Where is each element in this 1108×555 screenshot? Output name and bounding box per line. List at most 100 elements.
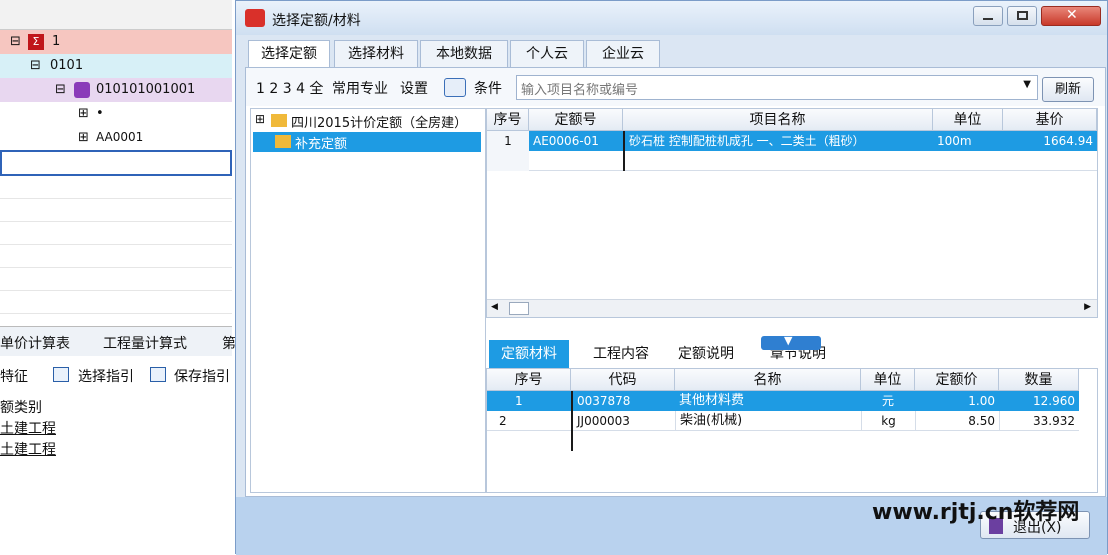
editing-row[interactable] xyxy=(0,150,232,176)
tab-enterprise-cloud[interactable]: 企业云 xyxy=(586,40,660,68)
tab-work-content[interactable]: 工程内容 xyxy=(581,340,661,368)
app-icon xyxy=(245,9,265,27)
search-placeholder: 输入项目名称或编号 xyxy=(521,83,639,98)
tree-row-3[interactable]: ⊟ 010101001001 xyxy=(0,78,232,102)
col-header[interactable]: 序号 xyxy=(487,109,529,131)
dropdown-arrow-icon[interactable]: ▼ xyxy=(1023,79,1031,90)
quantity: 33.932 xyxy=(999,411,1079,431)
material-icon xyxy=(74,82,90,98)
tab-unit-price[interactable]: 单价计算表 xyxy=(0,333,70,353)
base-price: 1664.94 xyxy=(1003,131,1097,151)
tree-node-sichuan[interactable]: ⊞ 四川2015计价定额（全房建） xyxy=(253,111,485,131)
select-quota-dialog: 选择定额/材料 ✕ 选择定额 选择材料 本地数据 个人云 企业云 1 2 3 4… xyxy=(235,0,1108,555)
expander-icon[interactable]: ⊟ xyxy=(10,34,21,49)
scroll-left-icon[interactable]: ◀ xyxy=(491,302,498,312)
save-guide-button[interactable]: 保存指引 xyxy=(174,366,230,386)
tab-more[interactable]: 第 xyxy=(222,333,236,353)
tree-row-2[interactable]: ⊟ 0101 xyxy=(0,54,232,78)
tab-personal-cloud[interactable]: 个人云 xyxy=(510,40,584,68)
table-row[interactable]: 1 0037878 其他材料费 元 1.00 12.960 xyxy=(487,391,1079,411)
material-code: JJ000003 xyxy=(571,411,675,431)
tab-select-material[interactable]: 选择材料 xyxy=(334,40,418,68)
quota-grid: 序号 定额号 项目名称 单位 基价 1 AE0006-01 砂石桩 控制配桩机成… xyxy=(486,108,1098,318)
condition-icon[interactable] xyxy=(444,78,466,97)
minimize-button[interactable] xyxy=(973,6,1003,26)
expander-icon[interactable]: ⊞ xyxy=(78,106,89,121)
row-index-empty xyxy=(487,151,529,171)
material-name: 其他材料费 xyxy=(679,393,745,408)
folder-icon xyxy=(271,114,287,127)
horizontal-scrollbar[interactable]: ◀ ▶ xyxy=(487,299,1097,317)
side-link[interactable]: 土建工程 xyxy=(0,439,56,459)
col-header[interactable]: 序号 xyxy=(487,369,571,391)
col-header[interactable]: 数量 xyxy=(999,369,1079,391)
tab-select-quota[interactable]: 选择定额 xyxy=(248,40,330,68)
col-header[interactable]: 名称 xyxy=(675,369,861,391)
expander-icon[interactable]: ⊟ xyxy=(30,58,41,73)
col-header[interactable]: 项目名称 xyxy=(623,109,933,131)
col-header[interactable]: 代码 xyxy=(571,369,675,391)
common-specialty-button[interactable]: 常用专业 xyxy=(332,78,388,98)
col-header[interactable]: 基价 xyxy=(1003,109,1097,131)
tab-local-data[interactable]: 本地数据 xyxy=(420,40,508,68)
side-text: 额类别 xyxy=(0,400,42,416)
tree-label: 1 xyxy=(52,34,61,49)
tree-label: 四川2015计价定额（全房建） xyxy=(291,116,468,131)
tab-quantity-formula[interactable]: 工程量计算式 xyxy=(103,333,187,353)
level-filter-buttons[interactable]: 1 2 3 4 全 xyxy=(256,78,323,98)
unit: 元 xyxy=(881,394,894,408)
select-guide-button[interactable]: 选择指引 xyxy=(78,366,134,386)
table-row[interactable]: 1 AE0006-01 砂石桩 控制配桩机成孔 一、二类土（粗砂） 100m 1… xyxy=(487,131,1097,151)
row-index: 1 xyxy=(515,394,523,408)
background-app: ⊟ Σ 1 ⊟ 0101 ⊟ 010101001001 ⊞ • ⊞ AA0001… xyxy=(0,0,240,554)
close-button[interactable]: ✕ xyxy=(1041,6,1101,26)
tree-row-4[interactable]: ⊞ • xyxy=(0,102,232,126)
chevron-down-icon: ▼ xyxy=(784,334,793,347)
title-bar[interactable]: 选择定额/材料 ✕ xyxy=(236,1,1107,35)
close-icon: ✕ xyxy=(1066,7,1078,23)
bottom-tab-bar: 单价计算表 工程量计算式 第 xyxy=(0,326,236,356)
item-name: 砂石桩 控制配桩机成孔 一、二类土（粗砂） xyxy=(623,131,933,151)
tab-quota-description[interactable]: 定额说明 xyxy=(666,340,746,368)
tree-node-supplement[interactable]: 补充定额 xyxy=(253,132,481,152)
bg-toolbar: 特征 选择指引 保存指引 xyxy=(0,358,232,392)
toolbar: 1 2 3 4 全 常用专业 设置 条件 输入项目名称或编号 ▼ 刷新 xyxy=(246,68,1105,106)
settings-button[interactable]: 设置 xyxy=(400,78,428,98)
scroll-right-icon[interactable]: ▶ xyxy=(1084,302,1091,312)
table-row[interactable]: 2 JJ000003 柴油(机械) kg 8.50 33.932 xyxy=(487,411,1079,431)
expander-icon[interactable]: ⊟ xyxy=(55,82,66,97)
col-header[interactable]: 单位 xyxy=(933,109,1003,131)
col-header[interactable]: 定额号 xyxy=(529,109,623,131)
tree-row-5[interactable]: ⊞ AA0001 xyxy=(0,126,232,150)
unit: 100m xyxy=(933,131,1003,151)
expander-icon[interactable]: ⊞ xyxy=(255,112,265,126)
quantity: 12.960 xyxy=(1033,394,1075,408)
unit: kg xyxy=(861,411,915,431)
quota-price: 1.00 xyxy=(968,394,995,408)
condition-button[interactable]: 条件 xyxy=(474,78,502,98)
col-header[interactable]: 单位 xyxy=(861,369,915,391)
select-guide-icon xyxy=(53,367,69,382)
minimize-icon xyxy=(983,18,993,20)
scroll-thumb[interactable] xyxy=(509,302,529,315)
tree-row-1[interactable]: ⊟ Σ 1 xyxy=(0,30,232,54)
expander-icon[interactable]: ⊞ xyxy=(78,130,89,145)
search-input[interactable]: 输入项目名称或编号 ▼ xyxy=(516,75,1038,100)
quota-price: 8.50 xyxy=(915,411,999,431)
collapse-toggle[interactable]: ▼ xyxy=(761,334,821,350)
save-guide-icon xyxy=(150,367,166,382)
col-header[interactable]: 定额价 xyxy=(915,369,999,391)
sum-icon: Σ xyxy=(28,34,44,50)
maximize-icon xyxy=(1017,11,1028,20)
tab-quota-material[interactable]: 定额材料 xyxy=(489,340,569,368)
dialog-title: 选择定额/材料 xyxy=(272,13,361,29)
tree-label: 010101001001 xyxy=(96,82,196,97)
material-code: 0037878 xyxy=(571,391,675,411)
tree-label: 补充定额 xyxy=(295,137,348,152)
refresh-button[interactable]: 刷新 xyxy=(1042,77,1094,102)
feature-button[interactable]: 特征 xyxy=(0,366,28,386)
material-name: 柴油(机械) xyxy=(675,411,861,431)
main-panel: 1 2 3 4 全 常用专业 设置 条件 输入项目名称或编号 ▼ 刷新 ⊞ 四川… xyxy=(245,67,1106,497)
maximize-button[interactable] xyxy=(1007,6,1037,26)
side-link[interactable]: 土建工程 xyxy=(0,418,56,438)
